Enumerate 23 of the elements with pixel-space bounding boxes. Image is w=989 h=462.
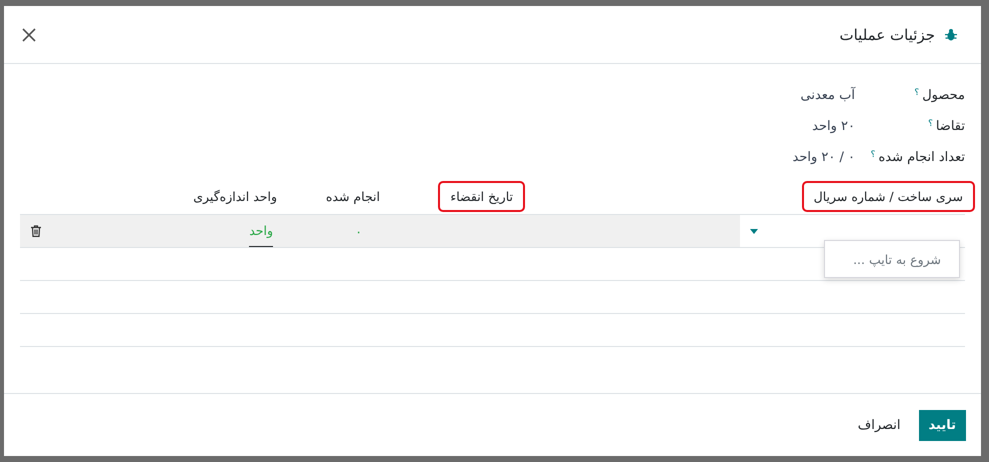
column-header[interactable]: سری ساخت / شماره سریال [802,180,975,212]
table-cell: ٠ [355,224,362,238]
caret-icon[interactable] [750,228,758,234]
field-value: ٠ / ۲٠ واحد [792,150,855,164]
help-mark[interactable]: ؟ [870,150,876,160]
column-header[interactable]: انجام شده [322,188,380,204]
field-label: تقاضا [936,118,965,134]
field-label: تعداد انجام شده [878,150,965,164]
column-header[interactable]: واحد اندازه‌گیری [189,188,277,204]
help-mark[interactable]: ؟ [914,88,920,98]
table-row[interactable]: ٠ واحد [20,214,965,248]
unit-field[interactable]: واحد [249,215,273,247]
field-value: ۲٠ واحد [812,118,855,134]
autocomplete-hint[interactable]: شروع به تایپ ... [824,240,960,278]
column-header[interactable]: تاریخ انقضاء [438,180,525,212]
dialog-title: جزئیات عملیات [838,26,935,44]
confirm-button[interactable]: تایید [918,410,966,440]
cancel-button[interactable]: انصراف [854,410,905,440]
trash-icon[interactable] [31,225,41,237]
field-label: محصول [922,88,965,102]
help-mark[interactable]: ؟ [928,118,933,128]
bug-icon [945,28,957,41]
field-value: آب معدنی [800,88,855,102]
